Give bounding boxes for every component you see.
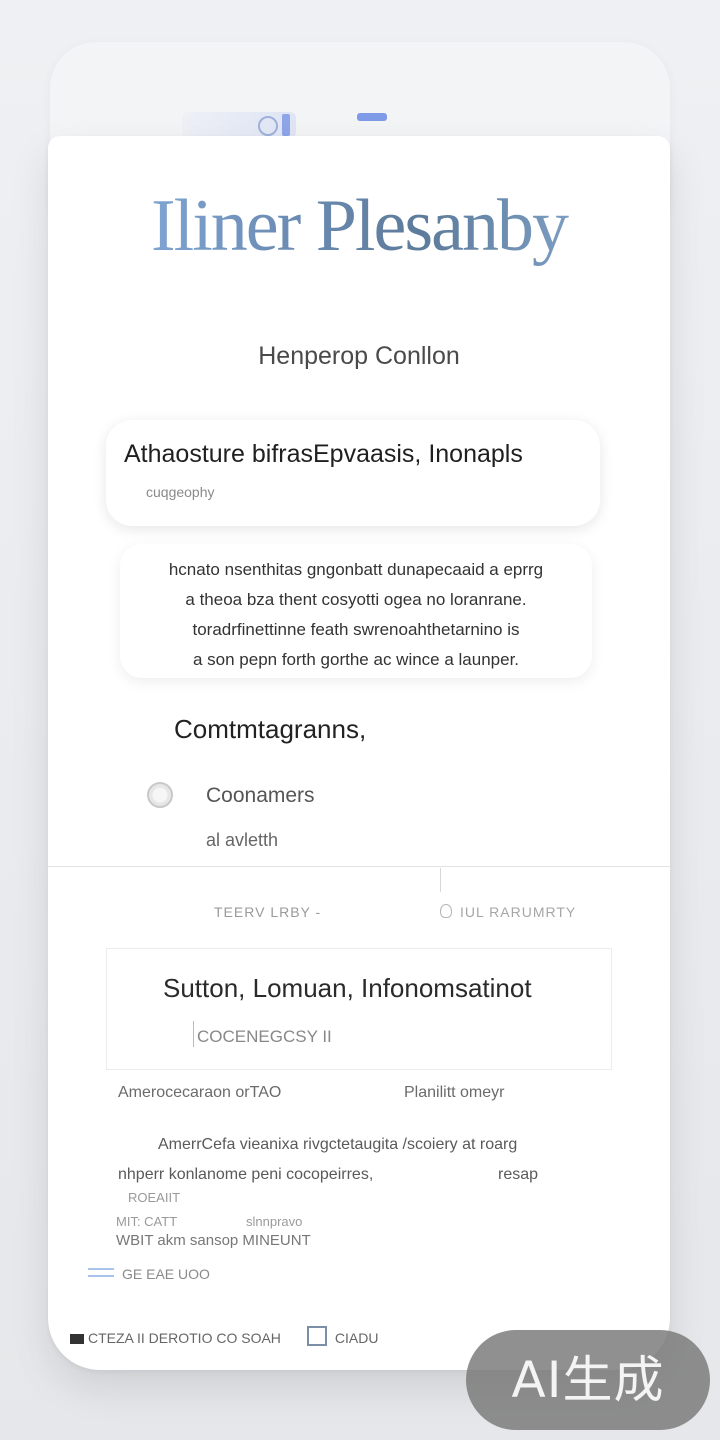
app-title: Iliner Plesanby	[48, 184, 670, 269]
description-line: toradrfinettinne feath swrenoahthetarnin…	[192, 620, 520, 639]
tab-left[interactable]: TEERV LRBY -	[214, 904, 321, 920]
description-card: hcnato nsenthitas gngonbatt dunapecaaid …	[120, 544, 592, 678]
ai-generated-watermark: AI生成	[466, 1330, 710, 1430]
page-subtitle: Henperop Conllon	[258, 342, 460, 370]
info-marker	[193, 1021, 194, 1047]
badge-row: GE EAE UOO	[88, 1266, 210, 1282]
hero-title: Athaosture bifrasEpvaasis, Inonapls	[124, 440, 523, 468]
option-sublabel: al avletth	[206, 830, 279, 850]
bar-icon	[282, 114, 290, 136]
dash-indicator	[357, 113, 387, 121]
info-subtitle: COCENEGCSY II	[197, 1027, 332, 1046]
divider	[48, 866, 670, 867]
meta-right: Planilitt omeyr	[404, 1084, 505, 1101]
checkbox-icon[interactable]	[306, 1326, 327, 1346]
description-line: a theoa bza thent cosyotti ogea no loran…	[185, 590, 527, 609]
footer-row: CTEZA II DEROTIO CO SOAH CIADU	[70, 1326, 378, 1346]
body-line: nhperr konlanome peni cocopeirres,	[118, 1166, 374, 1183]
option-radio[interactable]	[147, 782, 173, 808]
footer-right: CIADU	[334, 1330, 379, 1346]
hero-subtitle: cuqgeophy	[146, 484, 215, 500]
hero-card[interactable]: Athaosture bifrasEpvaasis, Inonapls cuqg…	[106, 420, 600, 526]
footer-left: CTEZA II DEROTIO CO SOAH	[88, 1330, 281, 1346]
meta-left: Amerocecaraon orTAO	[118, 1084, 282, 1101]
body-line: AmerrCefa vieanixa rivgctetaugita /scoie…	[158, 1136, 518, 1153]
body-line-right: resap	[498, 1166, 539, 1183]
tab-right-label: IUL RARUMRTY	[460, 904, 577, 920]
small-label: ROEAIIT	[128, 1190, 181, 1205]
info-box[interactable]: Sutton, Lomuan, Infonomsatinot COCENEGCS…	[106, 948, 612, 1070]
description-line: a son pepn forth gorthe ac wince a launp…	[192, 650, 520, 669]
circle-icon	[258, 116, 278, 136]
info-title: Sutton, Lomuan, Infonomsatinot	[163, 973, 532, 1003]
option-label[interactable]: Coonamers	[206, 784, 315, 808]
tab-right[interactable]: IUL RARUMRTY	[440, 904, 576, 920]
background-chip	[182, 112, 296, 138]
drop-icon	[440, 904, 452, 918]
block-icon	[70, 1334, 84, 1344]
small-label: slnnpravo	[246, 1214, 303, 1229]
screen: Iliner Plesanby Henperop Conllon Athaost…	[0, 0, 720, 1440]
equals-icon	[88, 1268, 114, 1277]
body-line: WBIT akm sansop MINEUNT	[116, 1232, 311, 1249]
tab-divider	[440, 868, 441, 892]
comments-heading: Comtmtagranns,	[174, 714, 367, 744]
badge-label: GE EAE UOO	[122, 1266, 210, 1282]
small-label: MIT: CATT	[116, 1214, 178, 1229]
main-card: Iliner Plesanby Henperop Conllon Athaost…	[48, 136, 670, 1370]
description-line: hcnato nsenthitas gngonbatt dunapecaaid …	[168, 560, 544, 579]
